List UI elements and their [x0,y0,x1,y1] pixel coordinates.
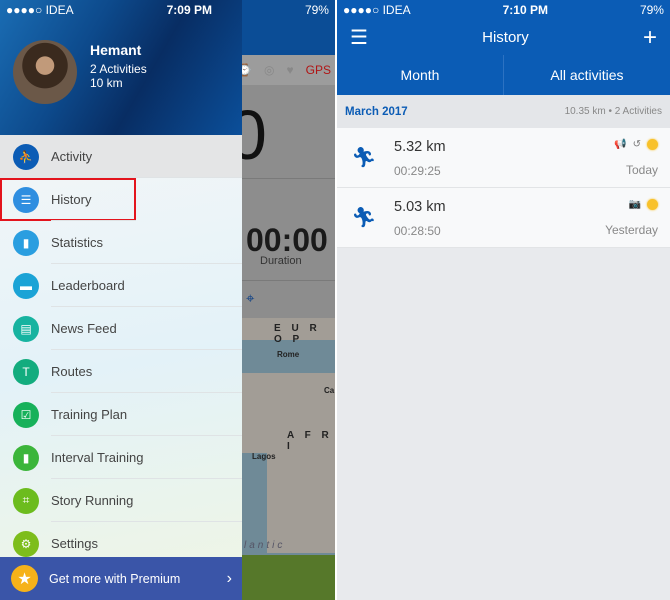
sun-icon [647,199,658,210]
carrier: ●●●●○ IDEA [343,3,411,17]
sidebar-item-story-running[interactable]: ⌗ Story Running [0,479,242,522]
sun-icon [647,139,658,150]
camera-icon: 📷 [628,199,641,210]
activity-day: Yesterday [605,223,658,237]
activity-duration: 00:28:50 [394,224,441,238]
sidebar-item-label: Routes [51,364,93,379]
month-section-header: March 2017 10.35 km • 2 Activities [337,95,670,128]
user-activities: 2 Activities [90,62,147,76]
sidebar-item-statistics[interactable]: ▮ Statistics [0,221,242,264]
clock: 7:10 PM [502,3,548,17]
bar-chart-icon: ▮ [13,229,39,256]
sidebar-item-label: Leaderboard [51,278,125,293]
tab-all-activities[interactable]: All activities [503,55,670,95]
left-screen: ⌚ ◎ ♥ GPS 0 00:00 Duration ⌖ E U R O P Rome… [0,0,335,600]
avatar[interactable] [13,40,77,104]
battery: 79% [639,3,664,17]
map: E U R O P Rome A F R I Lagos Ca lantic [242,318,335,555]
sidebar-item-label: Statistics [51,235,104,250]
activity-day: Today [625,163,658,177]
duration-value: 00:00 [246,222,328,258]
megaphone-icon: 📢 [614,139,627,150]
sidebar-item-history[interactable]: ☰ History [0,178,136,221]
premium-button[interactable]: ★ Get more with Premium › [0,557,242,600]
gps-indicator: GPS [305,63,331,77]
podium-icon: ▬ [13,272,39,299]
activity-duration: 00:29:25 [394,164,441,178]
activity-distance: 5.03 km [394,199,446,215]
chevron-right-icon: › [226,569,232,587]
compass-icon: ◎ [264,63,275,77]
add-icon[interactable]: + [643,24,657,52]
menu-icon[interactable]: ☰ [350,25,368,50]
list-icon: ☰ [13,186,39,213]
running-icon: ⛹ [13,143,39,170]
sidebar-item-label: Activity [51,149,93,164]
signpost-icon: T [13,358,39,385]
sidebar-item-label: News Feed [51,321,117,336]
drawer-menu: ⛹ Activity ☰ History ▮ Statistics ▬ Leaderboard… [0,135,242,565]
sidebar-item-news-feed[interactable]: ▤ News Feed [0,307,242,350]
focus-icon: ⌗ [13,487,39,514]
newsfeed-icon: ▤ [13,315,39,342]
drawer-header: ●●●●○ IDEA 7:09 PM 79% Hemant 2 Activiti… [0,0,329,135]
running-icon: 🏃︎ [351,147,377,169]
right-screen: ●●●●○ IDEA 7:10 PM 79% ☰ History + Month… [337,0,670,600]
map-icon: ⌖ [246,290,255,307]
bars-icon: ▮ [13,444,39,471]
clock: 7:09 PM [166,3,212,17]
sidebar-item-label: History [51,192,92,207]
activity-row[interactable]: 🏃︎ 5.32 km 00:29:25 📢 ↺ Today [337,128,670,188]
star-icon: ★ [11,565,38,592]
heart-icon: ♥ [286,63,294,77]
sidebar-item-interval-training[interactable]: ▮ Interval Training [0,436,242,479]
side-drawer: ●●●●○ IDEA 7:09 PM 79% Hemant 2 Activiti… [0,0,329,600]
sidebar-item-label: Story Running [51,493,134,508]
duration-label: Duration [260,255,302,267]
arm-icon: ↺ [632,139,641,150]
sidebar-item-routes[interactable]: T Routes [0,350,242,393]
sidebar-item-activity[interactable]: ⛹ Activity [0,135,242,178]
activity-distance: 5.32 km [394,139,446,155]
sidebar-item-leaderboard[interactable]: ▬ Leaderboard [0,264,242,307]
battery: 79% [304,3,329,17]
gear-icon: ⚙ [13,530,39,557]
clipboard-check-icon: ☑ [13,401,39,428]
carrier: ●●●●○ IDEA [6,3,74,17]
user-name: Hemant [90,42,142,58]
tab-month[interactable]: Month [337,55,503,95]
running-icon: 🏃︎ [351,207,377,229]
sidebar-item-label: Training Plan [51,407,128,422]
sidebar-item-label: Interval Training [51,450,144,465]
activity-row[interactable]: 🏃︎ 5.03 km 00:28:50 📷 Yesterday [337,188,670,248]
sidebar-item-label: Settings [51,536,98,551]
page-title: History [482,29,529,46]
sidebar-item-training-plan[interactable]: ☑ Training Plan [0,393,242,436]
user-distance: 10 km [90,76,123,90]
